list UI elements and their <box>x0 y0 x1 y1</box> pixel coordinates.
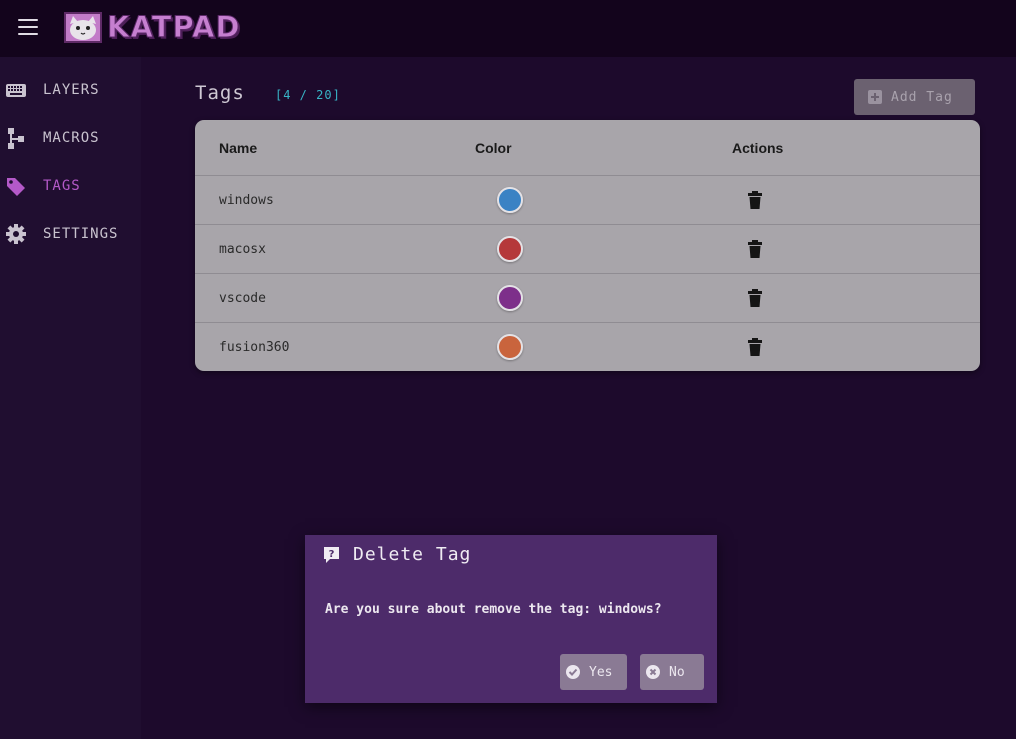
table-row: windows <box>195 176 980 225</box>
no-label: No <box>669 664 685 680</box>
color-swatch[interactable] <box>497 334 523 360</box>
column-header-name: Name <box>219 140 258 156</box>
table-row: vscode <box>195 274 980 323</box>
tag-name: vscode <box>219 291 266 306</box>
sitemap-icon <box>8 128 24 149</box>
cat-logo-icon <box>64 11 102 43</box>
column-header-actions: Actions <box>732 140 784 156</box>
tag-name: fusion360 <box>219 340 290 355</box>
color-swatch[interactable] <box>497 187 523 213</box>
no-button[interactable]: No <box>640 654 704 690</box>
gear-icon <box>6 224 26 244</box>
sidebar-item-macros[interactable]: MACROS <box>0 122 141 154</box>
add-tag-label: Add Tag <box>891 89 953 105</box>
yes-label: Yes <box>589 664 613 680</box>
color-swatch[interactable] <box>497 285 523 311</box>
add-tag-button[interactable]: Add Tag <box>854 79 975 115</box>
question-icon: ? <box>324 547 339 563</box>
keyboard-icon <box>6 84 26 97</box>
page-title: Tags <box>195 82 245 104</box>
tag-count: [4 / 20] <box>275 88 341 102</box>
sidebar: LAYERS MACROS TAGS SETTINGS <box>0 57 141 739</box>
svg-text:?: ? <box>329 549 335 560</box>
tags-icon <box>7 178 25 196</box>
dialog-title: Delete Tag <box>353 544 472 565</box>
plus-icon <box>868 90 882 104</box>
sidebar-item-label: MACROS <box>43 130 100 146</box>
trash-icon[interactable] <box>748 289 762 307</box>
sidebar-item-layers[interactable]: LAYERS <box>0 74 141 106</box>
trash-icon[interactable] <box>748 191 762 209</box>
sidebar-item-settings[interactable]: SETTINGS <box>0 218 141 250</box>
app-name: KATPAD <box>107 10 241 45</box>
table-header: Name Color Actions <box>195 120 980 176</box>
sidebar-item-label: LAYERS <box>43 82 100 98</box>
app-logo[interactable]: KATPAD <box>64 10 241 45</box>
delete-tag-dialog: ? Delete Tag Are you sure about remove t… <box>305 535 717 703</box>
top-bar: KATPAD <box>0 0 1016 57</box>
sidebar-item-tags[interactable]: TAGS <box>0 170 141 202</box>
check-circle-icon <box>566 665 580 679</box>
sidebar-item-label: TAGS <box>43 178 81 194</box>
table-row: fusion360 <box>195 323 980 371</box>
hamburger-menu-icon[interactable] <box>17 18 39 36</box>
yes-button[interactable]: Yes <box>560 654 627 690</box>
tag-name: macosx <box>219 242 266 257</box>
tags-table: Name Color Actions windows macosx vscode… <box>195 120 980 371</box>
sidebar-item-label: SETTINGS <box>43 226 119 242</box>
tag-name: windows <box>219 193 274 208</box>
close-circle-icon <box>646 665 660 679</box>
table-row: macosx <box>195 225 980 274</box>
color-swatch[interactable] <box>497 236 523 262</box>
column-header-color: Color <box>475 140 512 156</box>
dialog-message: Are you sure about remove the tag: windo… <box>325 602 662 617</box>
trash-icon[interactable] <box>748 240 762 258</box>
trash-icon[interactable] <box>748 338 762 356</box>
